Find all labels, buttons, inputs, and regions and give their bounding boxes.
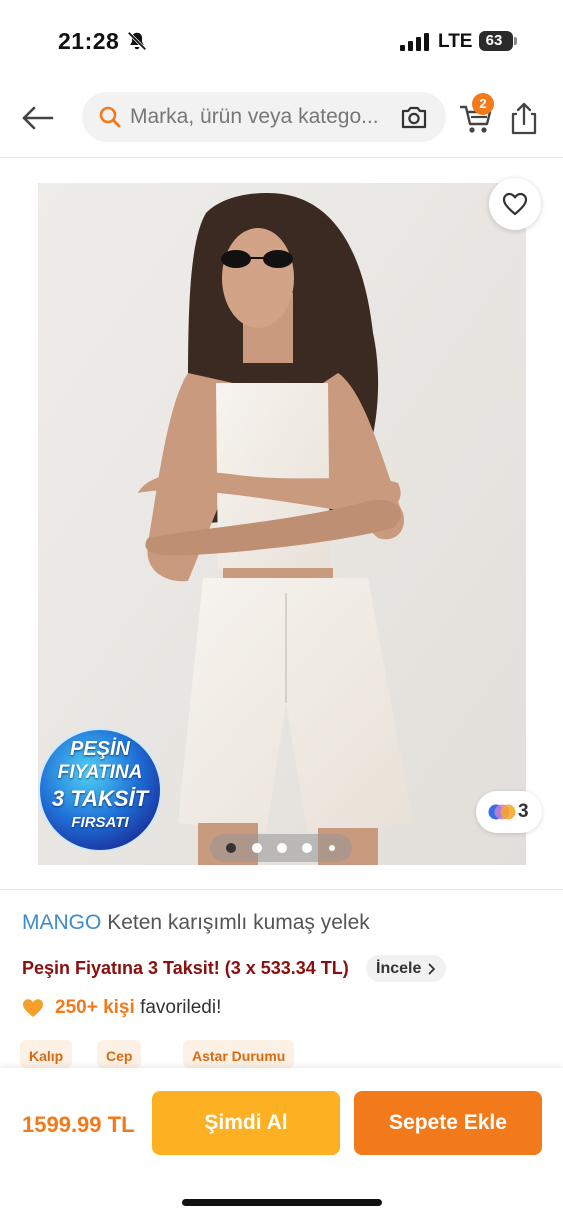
favorite-count-suffix: favoriledi!	[140, 997, 222, 1018]
product-name: Keten karışımlı kumaş yelek	[107, 911, 370, 934]
status-bar: 21:28 LTE 63	[0, 0, 563, 80]
chip-astar-durumu[interactable]: Astar Durumu	[183, 1040, 295, 1068]
pager-dot-4[interactable]	[302, 843, 312, 853]
favorite-count: 250+ kişi	[55, 997, 135, 1018]
battery-indicator: 63	[479, 31, 517, 51]
section-divider	[0, 889, 563, 890]
favorite-count-line: 250+ kişi favoriledi!	[55, 997, 221, 1019]
search-box[interactable]	[82, 92, 446, 142]
battery-tip	[514, 37, 517, 45]
cart-count-badge: 2	[472, 93, 494, 115]
signal-icon	[400, 33, 429, 51]
product-price: 1599.99 TL	[22, 1112, 135, 1137]
top-nav	[0, 80, 563, 158]
buy-now-button[interactable]: Şimdi Al	[152, 1091, 340, 1155]
promo-line-4: FIRSATI	[71, 814, 129, 831]
incele-button[interactable]: İncele	[366, 955, 446, 982]
favorite-button[interactable]	[489, 178, 541, 230]
bottom-action-bar: 1599.99 TL Şimdi Al Sepete Ekle	[0, 1068, 563, 1219]
image-pager[interactable]	[210, 834, 352, 862]
search-icon	[99, 106, 121, 128]
chip-cep[interactable]: Cep	[97, 1040, 142, 1068]
incele-label: İncele	[376, 960, 422, 977]
promo-line-1: PEŞİN	[69, 738, 131, 760]
back-button[interactable]	[18, 98, 58, 138]
product-title: MANGO Keten karışımlı kumaş yelek	[22, 911, 370, 935]
share-button[interactable]	[506, 98, 542, 138]
installment-text: Peşin Fiyatına 3 Taksit! (3 x 533.34 TL)	[22, 958, 349, 978]
variants-count: 3	[518, 801, 529, 822]
color-variants-button[interactable]: 3	[476, 791, 542, 833]
promo-line-2: FIYATINA	[57, 762, 143, 783]
status-time: 21:28	[58, 28, 120, 54]
promo-line-3: 3 TAKSİT	[51, 786, 149, 811]
pager-dot-2[interactable]	[252, 843, 262, 853]
chevron-right-icon	[428, 963, 435, 975]
pager-dot-3[interactable]	[277, 843, 287, 853]
arrow-left-icon	[22, 106, 54, 130]
search-input[interactable]	[130, 104, 398, 130]
add-to-cart-button[interactable]: Sepete Ekle	[354, 1091, 542, 1155]
color-swatches-icon	[488, 804, 516, 820]
bell-muted-icon	[127, 31, 147, 51]
heart-filled-icon	[23, 999, 43, 1017]
battery-percent: 63	[485, 32, 503, 49]
pager-dot-1[interactable]	[226, 843, 236, 853]
heart-outline-icon	[502, 192, 528, 216]
pager-dot-5[interactable]	[329, 845, 335, 851]
share-icon	[511, 102, 537, 135]
network-label: LTE	[438, 31, 473, 52]
brand-link[interactable]: MANGO	[22, 911, 101, 934]
chip-kalip[interactable]: Kalıp	[20, 1040, 73, 1068]
home-indicator[interactable]	[182, 1199, 382, 1206]
camera-icon[interactable]	[400, 104, 428, 130]
promo-badge: PEŞİN FIYATINA 3 TAKSİT FIRSATI	[36, 726, 164, 854]
